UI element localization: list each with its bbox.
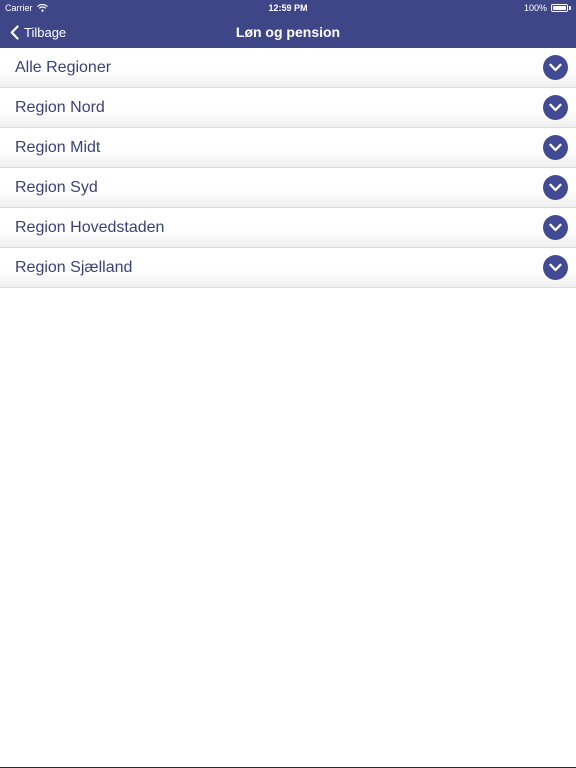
region-label: Region Midt [15, 139, 101, 156]
battery-percent: 100% [523, 3, 547, 13]
status-time: 12:59 PM [268, 3, 308, 13]
top-bar: Carrier 12:59 PM 100% Tilbage Løn og pen… [0, 0, 576, 48]
region-label: Region Nord [15, 99, 105, 116]
region-label: Region Hovedstaden [15, 219, 165, 236]
status-bar: Carrier 12:59 PM 100% [0, 0, 576, 16]
chevron-down-icon[interactable] [543, 255, 568, 280]
page-title: Løn og pension [235, 24, 341, 40]
region-row-nord[interactable]: Region Nord [0, 88, 576, 128]
region-row-sjaelland[interactable]: Region Sjælland [0, 248, 576, 288]
battery-fill [553, 6, 566, 10]
region-row-midt[interactable]: Region Midt [0, 128, 576, 168]
region-label: Region Syd [15, 179, 98, 196]
region-label: Region Sjælland [15, 259, 133, 276]
battery-icon [551, 4, 568, 12]
region-row-syd[interactable]: Region Syd [0, 168, 576, 208]
chevron-down-icon[interactable] [543, 135, 568, 160]
region-list: Alle Regioner Region Nord Region Midt Re… [0, 48, 576, 288]
navigation-bar: Tilbage Løn og pension [0, 16, 576, 48]
region-row-all[interactable]: Alle Regioner [0, 48, 576, 88]
chevron-down-icon[interactable] [543, 215, 568, 240]
region-row-hovedstaden[interactable]: Region Hovedstaden [0, 208, 576, 248]
chevron-down-icon[interactable] [543, 55, 568, 80]
battery-indicator: 100% [524, 0, 571, 16]
chevron-down-icon[interactable] [543, 175, 568, 200]
region-label: Alle Regioner [15, 59, 112, 76]
chevron-down-icon[interactable] [543, 95, 568, 120]
battery-tip [569, 6, 571, 10]
